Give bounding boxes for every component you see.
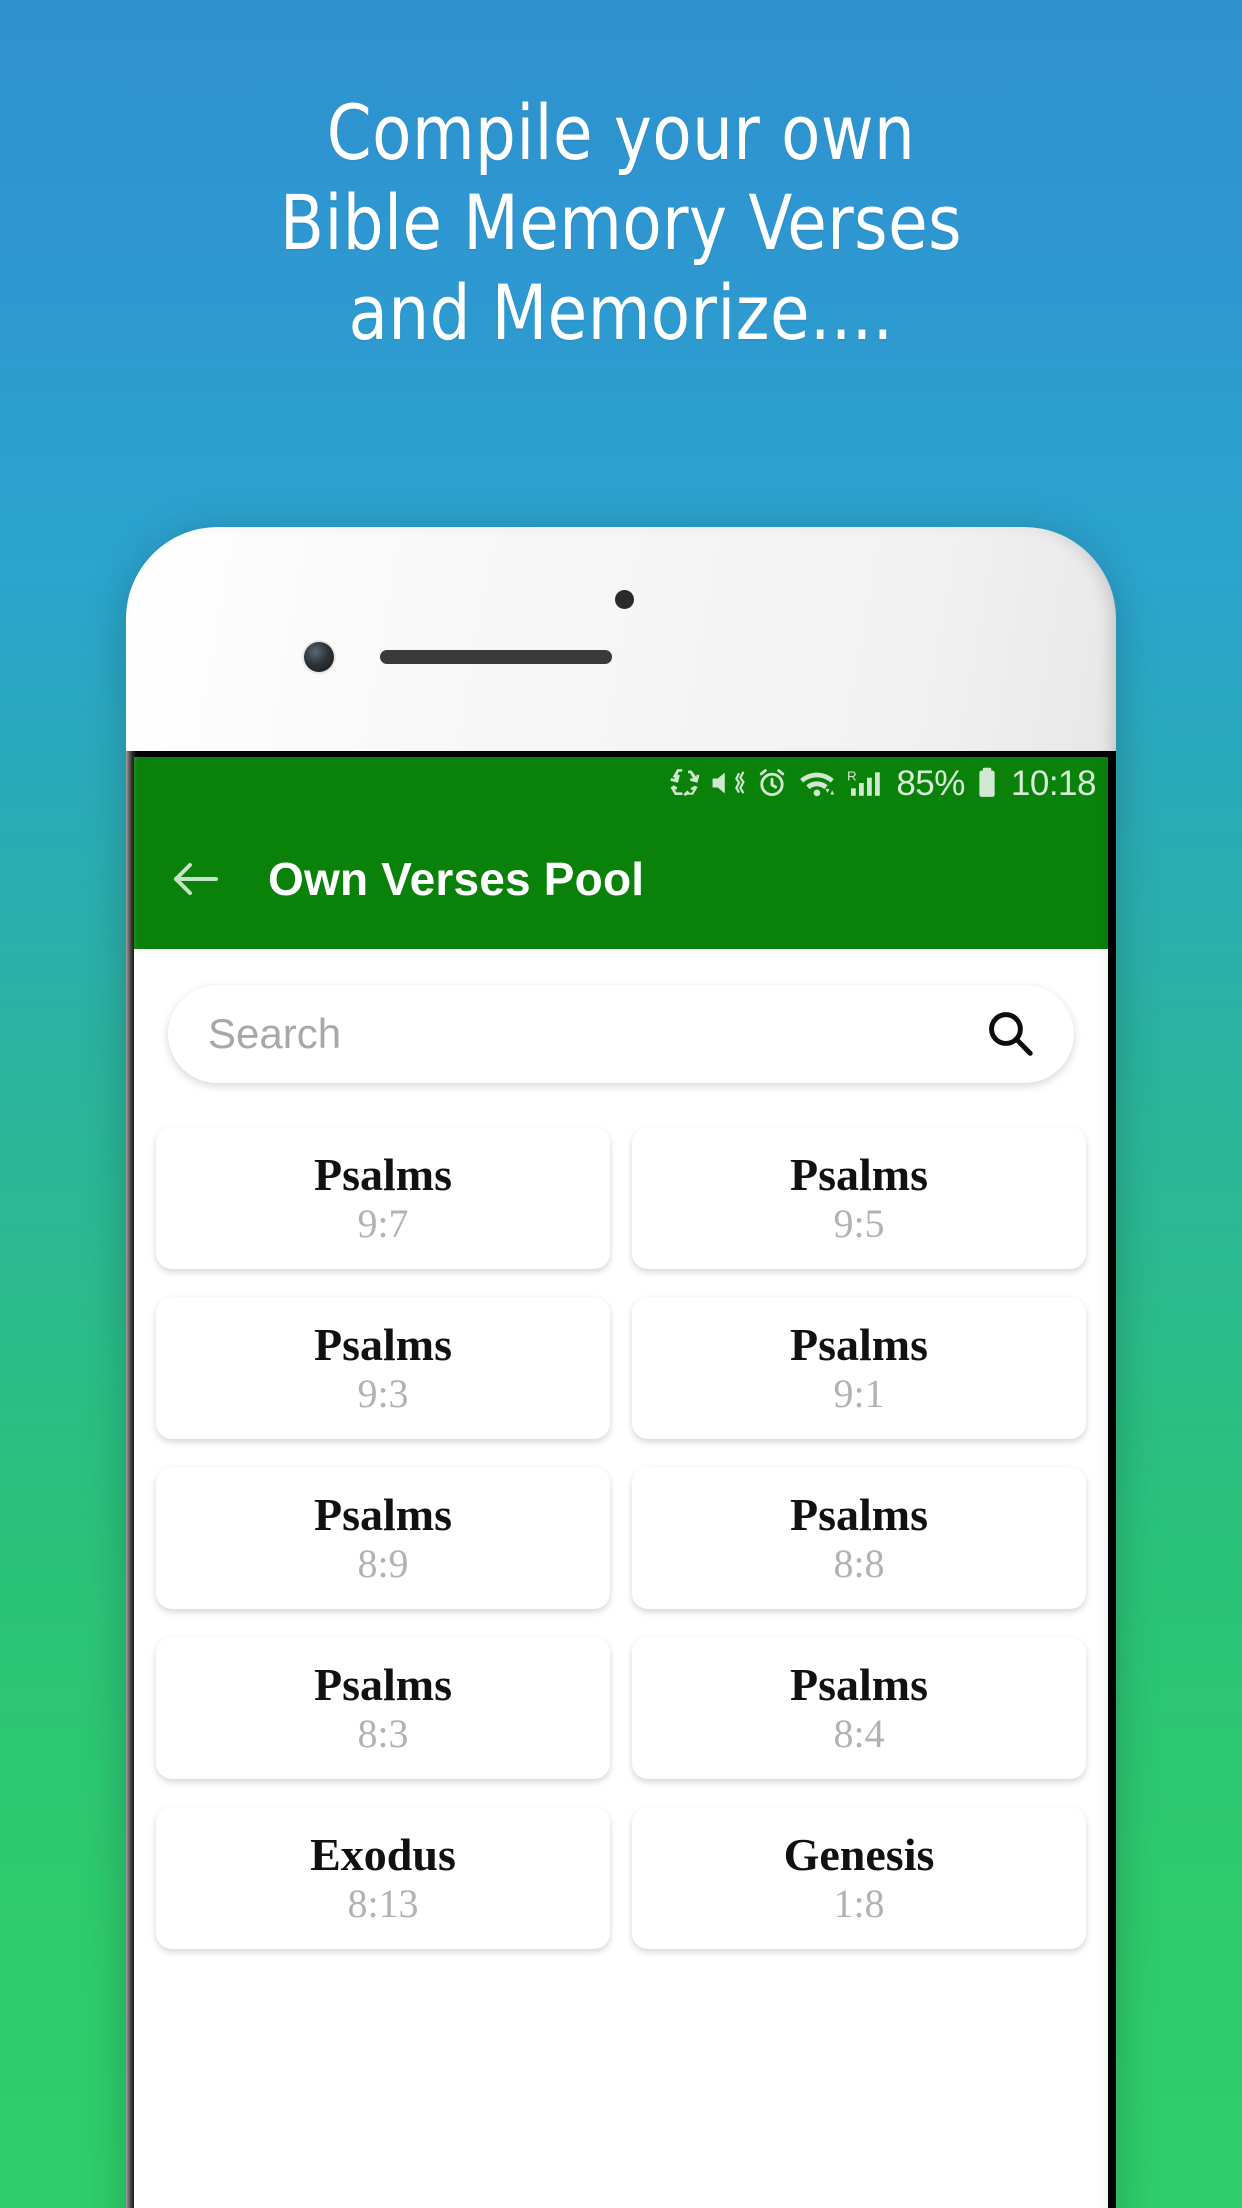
verse-reference-label: 8:8 (833, 1541, 885, 1586)
verse-book-label: Psalms (790, 1659, 928, 1710)
app-bar: Own Verses Pool (134, 809, 1108, 949)
verse-book-label: Psalms (314, 1489, 452, 1540)
volume-mute-vibrate-icon (710, 766, 746, 800)
search-input[interactable] (208, 1010, 980, 1058)
phone-screen: R 85% 10:18 Own Verses Pool Search Psalm… (134, 757, 1108, 2208)
verse-card[interactable]: Psalms 8:8 (632, 1467, 1086, 1609)
headline-line-1: Compile your own (326, 88, 916, 177)
earpiece-speaker (380, 650, 612, 664)
search-section (134, 949, 1108, 1083)
verse-reference-label: 8:13 (347, 1881, 419, 1926)
verse-reference-label: 8:9 (357, 1541, 409, 1586)
arrow-left-icon[interactable] (172, 859, 220, 899)
verse-grid: Psalms 9:7 Psalms 9:5 Psalms 9:3 Psalms 9:1 Psal… (134, 1127, 1108, 1949)
proximity-sensor-dot (615, 590, 634, 609)
verse-book-label: Psalms (314, 1319, 452, 1370)
verse-reference-label: 9:5 (833, 1201, 885, 1246)
battery-full-icon (974, 766, 1000, 800)
search-icon[interactable] (980, 1004, 1040, 1064)
status-bar: R 85% 10:18 (134, 757, 1108, 809)
data-saver-icon (667, 766, 701, 800)
verse-card[interactable]: Psalms 9:3 (156, 1297, 610, 1439)
verse-reference-label: 8:4 (833, 1711, 885, 1756)
verse-reference-label: 9:1 (833, 1371, 885, 1416)
cellular-signal-roaming-icon: R (847, 766, 887, 800)
svg-text:R: R (847, 768, 857, 783)
verse-card[interactable]: Exodus 8:13 (156, 1807, 610, 1949)
content-area: Psalms9:7Psalms9:5Psalms9:3Psalms9:1Psal… (134, 949, 1108, 2208)
page-title: Own Verses Pool (268, 853, 645, 905)
verse-reference-label: 8:3 (357, 1711, 409, 1756)
verse-book-label: Psalms (790, 1489, 928, 1540)
verse-card[interactable]: Psalms 8:4 (632, 1637, 1086, 1779)
verse-card[interactable]: Psalms 9:5 (632, 1127, 1086, 1269)
promo-stage: Compile your own Bible Memory Verses and… (0, 0, 1242, 2208)
verse-reference-label: 1:8 (833, 1881, 885, 1926)
search-bar[interactable] (168, 985, 1074, 1083)
verse-card[interactable]: Genesis 1:8 (632, 1807, 1086, 1949)
verse-card[interactable]: Psalms 9:1 (632, 1297, 1086, 1439)
verse-card[interactable]: Psalms 8:3 (156, 1637, 610, 1779)
promo-headline: Compile your own Bible Memory Verses and… (0, 88, 1242, 358)
verse-book-label: Psalms (790, 1149, 928, 1200)
verse-reference-label: 9:3 (357, 1371, 409, 1416)
verse-card[interactable]: Psalms 8:9 (156, 1467, 610, 1609)
front-camera-lens (304, 642, 334, 672)
verse-book-label: Psalms (314, 1149, 452, 1200)
battery-percent-label: 85% (896, 763, 965, 803)
verse-book-label: Psalms (790, 1319, 928, 1370)
headline-line-2: Bible Memory Verses (279, 178, 963, 267)
phone-mockup: R 85% 10:18 Own Verses Pool Search Psalm… (126, 527, 1116, 2208)
verse-book-label: Psalms (314, 1659, 452, 1710)
wifi-icon (798, 766, 838, 800)
headline-line-3: and Memorize.... (348, 268, 894, 357)
screen-bezel: R 85% 10:18 Own Verses Pool Search Psalm… (126, 751, 1116, 2208)
verse-reference-label: 9:7 (357, 1201, 409, 1246)
alarm-icon (755, 766, 789, 800)
clock-label: 10:18 (1010, 763, 1097, 803)
verse-card[interactable]: Psalms 9:7 (156, 1127, 610, 1269)
verse-book-label: Genesis (783, 1829, 935, 1880)
verse-book-label: Exodus (310, 1829, 456, 1880)
